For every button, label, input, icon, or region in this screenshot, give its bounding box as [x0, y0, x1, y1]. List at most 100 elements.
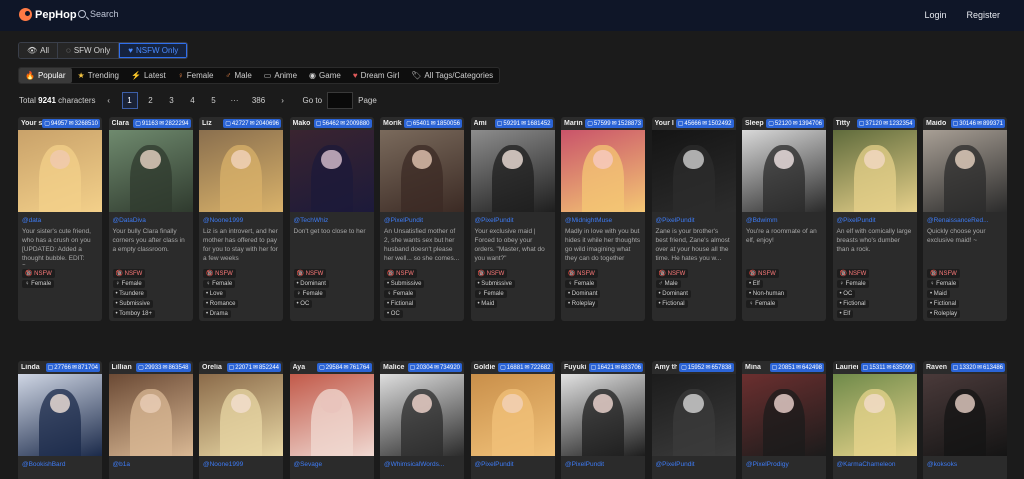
creator-link[interactable]: @PixelPundit	[652, 212, 736, 227]
tag-chip[interactable]: 🔞 NSFW	[836, 269, 870, 278]
tag-chip[interactable]: 🔞 NSFW	[474, 269, 508, 278]
creator-link[interactable]: @PixelPundit	[561, 456, 645, 471]
creator-link[interactable]: @PixelPundit	[652, 456, 736, 471]
character-avatar-image[interactable]	[742, 130, 826, 212]
character-card[interactable]: Amy th ▢ 15952 ✉ 657838 @PixelPundit	[651, 361, 736, 479]
tag-chip[interactable]: • Drama	[203, 310, 231, 318]
tag-chip[interactable]: • Fictional	[927, 300, 960, 308]
character-avatar-image[interactable]	[832, 130, 917, 212]
page-3-button[interactable]: 3	[164, 92, 180, 109]
tag-chip[interactable]: • Elf	[746, 280, 763, 288]
character-card[interactable]: Laurien▢15311✉635099@KarmaChameleon	[832, 361, 917, 479]
character-avatar-image[interactable]	[651, 374, 736, 456]
tag-chip[interactable]: 🔞 NSFW	[22, 269, 55, 278]
tag-chip[interactable]: 🔞 NSFW	[565, 269, 598, 278]
character-card[interactable]: Goldie ▢ 16881 ✉ 722682 @PixelPundit	[470, 361, 555, 479]
creator-link[interactable]: @koksoks	[923, 456, 1007, 471]
creator-link[interactable]: @RenaissanceRed...	[923, 212, 1007, 227]
register-link[interactable]: Register	[966, 10, 1000, 20]
tag-chip[interactable]: • OC	[384, 310, 403, 318]
character-avatar-image[interactable]	[199, 374, 283, 456]
character-card[interactable]: Fuyuki ▢ 16421 ✉ 683706 @PixelPundit	[561, 361, 645, 479]
tag-chip[interactable]: 🔞 NSFW	[384, 269, 417, 278]
character-card[interactable]: Aya ▢ 29584 ✉ 761764 @Sevage	[289, 361, 374, 479]
character-card[interactable]: Mina ▢ 20851 ✉ 642498 @PixelProdigy	[742, 361, 826, 479]
tab-trending[interactable]: ★ Trending	[72, 68, 125, 83]
character-avatar-image[interactable]	[199, 130, 283, 212]
creator-link[interactable]: @PixelPundit	[471, 212, 555, 227]
tag-chip[interactable]: • Dominant	[565, 290, 601, 298]
tag-chip[interactable]: • Roleplay	[565, 300, 599, 308]
tag-chip[interactable]: • Elf	[836, 310, 854, 318]
character-card[interactable]: Malice ▢ 20304 ✉ 734920 @WhimsicalWords...	[380, 361, 464, 479]
character-card[interactable]: Your s ▢ 94957 ✉ 3268510 @data Your sister's c…	[18, 117, 102, 321]
character-avatar-image[interactable]	[18, 130, 102, 212]
tag-chip[interactable]: ♀ Female	[746, 300, 779, 308]
tag-chip[interactable]: ♀ Female	[836, 280, 869, 288]
character-card[interactable]: Raven ▢ 13320 ✉ 613486 @koksoks	[923, 361, 1007, 479]
tag-chip[interactable]: • Dominant	[293, 280, 329, 288]
prev-page-button[interactable]: ‹	[101, 92, 117, 109]
character-avatar-image[interactable]	[651, 130, 736, 212]
tag-chip[interactable]: 🔞 NSFW	[746, 269, 779, 278]
tag-chip[interactable]: • Fictional	[836, 300, 869, 308]
creator-link[interactable]: @WhimsicalWords...	[380, 456, 464, 471]
character-avatar-image[interactable]	[561, 130, 645, 212]
tab-female[interactable]: ♀ Female	[172, 68, 220, 83]
last-page-button[interactable]: 386	[248, 92, 270, 109]
character-avatar-image[interactable]	[923, 374, 1007, 456]
tag-chip[interactable]: • Maid	[927, 290, 950, 298]
character-card[interactable]: Lillian ▢ 29933 ✉ 863548 @b1a	[108, 361, 193, 479]
character-avatar-image[interactable]	[289, 374, 374, 456]
tab-male[interactable]: ♂ Male	[219, 68, 257, 83]
tag-chip[interactable]: • Dominant	[655, 290, 691, 298]
character-card[interactable]: Liz ▢ 42727 ✉ 2040696 @Noone1999 Liz is an int…	[199, 117, 283, 321]
tag-chip[interactable]: ♀ Female	[293, 290, 326, 298]
next-page-button[interactable]: ›	[275, 92, 291, 109]
tag-chip[interactable]: 🔞 NSFW	[655, 269, 689, 278]
filter-sfw-button[interactable]: ◌ SFW Only	[58, 43, 120, 58]
character-avatar-image[interactable]	[923, 130, 1007, 212]
creator-link[interactable]: @MidnightMuse	[561, 212, 645, 227]
tag-chip[interactable]: • Submissive	[474, 280, 515, 288]
page-5-button[interactable]: 5	[206, 92, 222, 109]
character-card[interactable]: Morik ▢ 65401 ✉ 1850056 @PixelPundit An Unsati…	[380, 117, 464, 321]
tab-popular[interactable]: 🔥 Popular	[19, 68, 72, 83]
character-card[interactable]: Maido ▢ 30146 ✉ 899371 @RenaissanceRed... Quic…	[923, 117, 1007, 321]
creator-link[interactable]: @data	[18, 212, 102, 227]
tag-chip[interactable]: • Non-human	[746, 290, 788, 298]
character-card[interactable]: Mako ▢ 56462 ✉ 2009880 @TechWhiz Don't get too…	[289, 117, 374, 321]
tag-chip[interactable]: 🔞 NSFW	[203, 269, 236, 278]
tag-chip[interactable]: ♂ Male	[655, 280, 681, 288]
tab-latest[interactable]: ⚡ Latest	[125, 68, 172, 83]
creator-link[interactable]: @PixelPundit	[833, 212, 917, 227]
character-avatar-image[interactable]	[470, 130, 555, 212]
creator-link[interactable]: @DataDiva	[109, 212, 193, 227]
tag-chip[interactable]: ♀ Female	[112, 280, 145, 288]
character-avatar-image[interactable]	[108, 130, 193, 212]
page-2-button[interactable]: 2	[143, 92, 159, 109]
creator-link[interactable]: @Sevage	[290, 456, 374, 471]
tag-chip[interactable]: • OC	[836, 290, 856, 298]
tag-chip[interactable]: • Maid	[474, 300, 498, 308]
creator-link[interactable]: @b1a	[109, 456, 193, 471]
creator-link[interactable]: @Noone1999	[199, 456, 283, 471]
tag-chip[interactable]: 🔞 NSFW	[927, 269, 960, 278]
character-card[interactable]: Your l ▢ 45666 ✉ 1502492 @PixelPundit Zane is …	[651, 117, 736, 321]
character-avatar-image[interactable]	[470, 374, 555, 456]
character-card[interactable]: Sleep ▢ 52120 ✉ 1394706 @Bdwimm You're a roomm…	[742, 117, 826, 321]
filter-nsfw-button[interactable]: ♥ NSFW Only	[119, 43, 188, 58]
search-button[interactable]: Search	[78, 9, 119, 19]
creator-link[interactable]: @Bdwimm	[742, 212, 826, 227]
character-card[interactable]: Linda ▢ 27766 ✉ 871704 @BookishBard	[18, 361, 102, 479]
logo[interactable]: PepHop	[19, 8, 77, 21]
filter-all-button[interactable]: 👁 All	[19, 43, 59, 58]
creator-link[interactable]: @PixelPundit	[471, 456, 555, 471]
creator-link[interactable]: @TechWhiz	[290, 212, 374, 227]
tag-chip[interactable]: ♀ Female	[474, 290, 507, 298]
login-link[interactable]: Login	[924, 10, 946, 20]
character-avatar-image[interactable]	[108, 374, 193, 456]
tag-chip[interactable]: ♀ Female	[22, 280, 55, 288]
character-avatar-image[interactable]	[832, 374, 917, 456]
character-avatar-image[interactable]	[380, 374, 464, 456]
